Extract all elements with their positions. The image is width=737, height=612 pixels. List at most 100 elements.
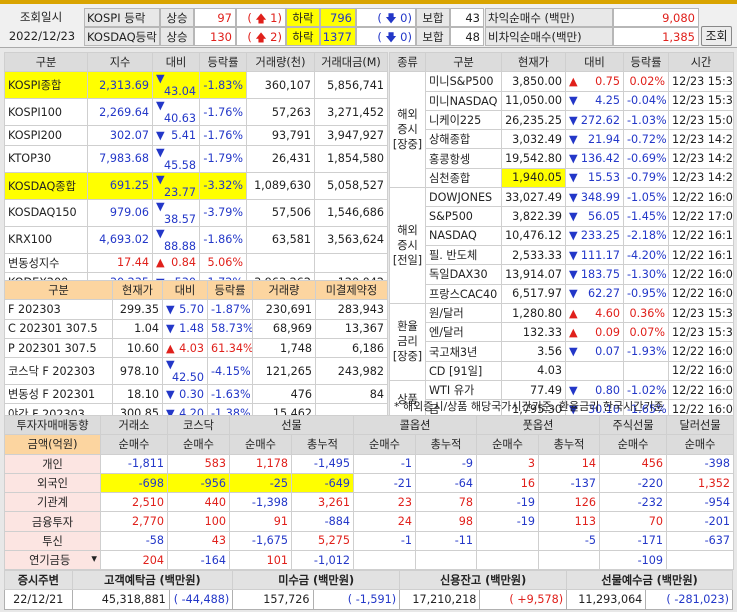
deriv-row[interactable]: 코스닥 F 202303 978.10 ▼ 42.50 -4.15% 121,265 243… [4, 357, 388, 386]
investor-value: -171 [599, 530, 668, 552]
index-row[interactable]: KOSDAQ150 979.06 ▼ 38.57 -3.79% 57,506 1,546,6… [4, 198, 388, 227]
triangle-down-icon: ▼ [569, 94, 578, 108]
global-row[interactable]: 엔/달러 132.33 ▲ 0.09 0.07% 12/23 15:33 [390, 322, 734, 343]
index-row[interactable]: KOSPI100 2,269.64 ▼ 40.63 -1.76% 57,263 3,271,… [4, 98, 388, 127]
upper-limit-1: ( 🡅 1) [236, 8, 286, 27]
global-row[interactable]: 해외 증시 [전일] DOWJONES 33,027.49 ▼ 348.99 -1.05%… [389, 187, 734, 304]
investor-name: 기관계 [4, 492, 101, 513]
deriv-volume: 68,969 [252, 318, 316, 339]
deriv-volume: 1,748 [252, 337, 316, 359]
investor-row[interactable]: 개인 -1,811 583 1,178 -1,495 -1 -9 3 14 456 -398 [4, 453, 735, 474]
global-value: 13,914.07 [501, 264, 566, 285]
global-name: 원/달러 [425, 302, 502, 324]
global-row[interactable]: 미니NASDAQ 11,050.00 ▼ 4.25 -0.04% 12/23 15:32 [390, 90, 734, 111]
unpaid-value: 157,726 [232, 589, 314, 610]
deriv-change-value: 0.30 [179, 387, 204, 401]
index-change: ▼ 5.41 [152, 125, 200, 146]
investor-row[interactable]: 외국인 -698 -956 -25 -649 -21 -64 16 -137 -220 1,352 [4, 472, 735, 494]
global-rate: 0.07% [623, 322, 669, 343]
index-name: KRX100 [4, 225, 88, 254]
global-rate: -0.95% [623, 283, 669, 304]
investor-value: -64 [414, 472, 478, 494]
investor-name[interactable]: 연기금등 ▾ [4, 550, 101, 571]
investor-subheader: 순매수 [167, 434, 230, 455]
global-row[interactable]: 홍콩항셍 19,542.80 ▼ 136.42 -0.69% 12/23 14:28 [390, 148, 734, 169]
global-row[interactable]: 니케이225 26,235.25 ▼ 272.62 -1.03% 12/23 15:00 [390, 109, 734, 131]
global-row[interactable]: 프랑스CAC40 6,517.97 ▼ 62.27 -0.95% 12/22 16:00 [390, 283, 734, 304]
deriv-row[interactable]: P 202301 307.5 10.60 ▲ 4.03 61.34% 1,748 6,186 [4, 337, 388, 359]
index-name: KOSPI100 [4, 98, 88, 127]
triangle-down-icon: ▼ [156, 72, 165, 86]
triangle-down-icon: ▼ [166, 302, 175, 316]
investor-subheader: 순매수 [599, 434, 668, 455]
global-row[interactable]: 환율 금리 [장중] 원/달러 1,280.80 ▲ 4.60 0.36% 12/23 15… [389, 302, 734, 382]
global-value: 3,822.39 [501, 206, 566, 227]
deriv-change-value: 1.48 [179, 322, 204, 336]
deriv-row[interactable]: F 202303 299.35 ▼ 5.70 -1.87% 230,691 283,943 [4, 299, 388, 320]
global-row[interactable]: 국고채3년 3.56 ▼ 0.07 -1.93% 12/22 16:00 [390, 341, 734, 362]
global-rate: -0.04% [623, 90, 669, 111]
global-row[interactable]: 해외 증시 [장중] 미니S&P500 3,850.00 ▲ 0.75 0.02% 12/2… [389, 71, 734, 189]
investor-row[interactable]: 기관계 2,510 440 -1,398 3,261 23 78 -19 126 -232 -954 [4, 492, 735, 513]
global-row[interactable]: NASDAQ 10,476.12 ▼ 233.25 -2.18% 12/22 16:15 [390, 225, 734, 246]
global-row[interactable]: 상해종합 3,032.49 ▼ 21.94 -0.72% 12/23 14:28 [390, 129, 734, 150]
global-name: NASDAQ [425, 225, 502, 246]
investor-group: 코스닥 [167, 414, 230, 436]
investor-row[interactable]: 연기금등 ▾ 204 -164 101 -1,012 -109 [4, 550, 735, 571]
index-row[interactable]: KOSDAQ종합 691.25 ▼ 23.77 -3.32% 1,089,630 5,058… [4, 171, 388, 200]
index-row[interactable]: KRX100 4,693.02 ▼ 88.88 -1.86% 63,581 3,563,62… [4, 225, 388, 254]
deriv-row[interactable]: 변동성 F 202301 18.10 ▼ 0.30 -1.63% 476 84 [4, 384, 388, 405]
global-row[interactable]: 심천종합 1,940.05 ▼ 15.53 -0.79% 12/23 14:28 [390, 167, 734, 189]
index-row[interactable]: KTOP30 7,983.68 ▼ 45.58 -1.79% 26,431 1,854,58… [4, 144, 388, 173]
investor-name-label: 외국인 [37, 477, 68, 491]
investor-value: 204 [100, 550, 168, 571]
investor-value: -698 [100, 472, 168, 494]
dropdown-arrow-icon[interactable]: ▾ [91, 552, 97, 565]
investor-name-label: 투신 [42, 534, 63, 548]
index-row[interactable]: KOSPI종합 2,313.69 ▼ 43.04 -1.83% 360,107 5,856,… [4, 71, 388, 100]
index-name: KOSPI종합 [4, 71, 88, 100]
global-value: 6,517.97 [501, 283, 566, 304]
investor-name: 투신 [4, 530, 101, 552]
up-label-1: 상승 [160, 8, 194, 27]
global-time: 12/23 15:33 [668, 322, 734, 343]
global-rate [623, 360, 669, 382]
deriv-volume: 230,691 [252, 299, 316, 320]
global-change-value: 62.27 [587, 287, 620, 301]
deriv-open-interest: 84 [315, 384, 388, 405]
triangle-down-icon: ▼ [156, 99, 165, 113]
investor-group: 풋옵션 [476, 414, 601, 436]
investor-value: -1 [353, 530, 416, 552]
investor-name: 외국인 [4, 472, 101, 494]
global-change-value: 136.42 [580, 152, 620, 166]
global-row[interactable]: 필. 반도체 2,533.33 ▼ 111.17 -4.20% 12/22 16:15 [390, 244, 734, 266]
lower-limit-value: 0 [400, 11, 408, 25]
index-change-value: 23.77 [163, 185, 196, 199]
funds-date: 22/12/21 [4, 589, 73, 610]
global-row[interactable]: 독일DAX30 13,914.07 ▼ 183.75 -1.30% 12/22 16:00 [390, 264, 734, 285]
global-row[interactable]: CD [91일] 4.03 12/22 16:00 [390, 360, 734, 382]
global-rate: 0.02% [623, 71, 669, 92]
global-value: 1,280.80 [501, 302, 566, 324]
investor-value: -19 [476, 511, 540, 532]
investor-value: 126 [538, 492, 601, 513]
futures-deposit-change: ( -281,023) [645, 589, 733, 610]
index-change: ▼ 38.57 [152, 198, 200, 227]
global-rate: -0.79% [623, 167, 669, 189]
deriv-row[interactable]: C 202301 307.5 1.04 ▼ 1.48 58.73% 68,969 13,36… [4, 318, 388, 339]
global-change-value: 0.80 [595, 383, 620, 397]
triangle-down-icon: ▼ [569, 132, 578, 146]
index-volume: 1,089,630 [246, 171, 315, 200]
investor-value: 583 [167, 453, 230, 474]
query-button[interactable]: 조회 [701, 26, 732, 46]
deriv-value: 299.35 [112, 299, 163, 320]
investor-row[interactable]: 금융투자 2,770 100 91 -884 24 98 -19 113 70 -201 [4, 511, 735, 532]
triangle-down-icon: ▼ [166, 358, 175, 372]
index-row[interactable]: 변동성지수 17.44 ▲ 0.84 5.06% [4, 252, 388, 273]
global-section-label: 환율 금리 [장중] [389, 302, 426, 382]
investor-value: 2,770 [100, 511, 168, 532]
index-row[interactable]: KOSPI200 302.07 ▼ 5.41 -1.76% 93,791 3,947,927 [4, 125, 388, 146]
index-amount: 1,854,580 [314, 144, 388, 173]
investor-row[interactable]: 투신 -58 43 -1,675 5,275 -1 -11 -5 -171 -637 [4, 530, 735, 552]
global-row[interactable]: S&P500 3,822.39 ▼ 56.05 -1.45% 12/22 17:08 [390, 206, 734, 227]
